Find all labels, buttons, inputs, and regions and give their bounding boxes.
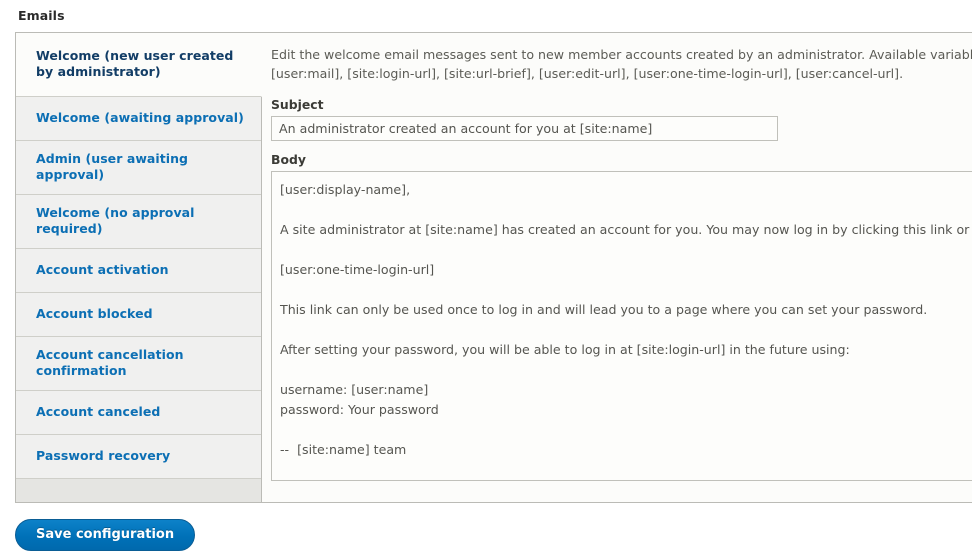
vertical-tabs: Welcome (new user created by administrat… bbox=[15, 32, 972, 503]
vertical-tab-account-canceled[interactable]: Account canceled bbox=[16, 391, 261, 435]
vertical-tab-password-recovery[interactable]: Password recovery bbox=[16, 435, 261, 479]
save-configuration-button[interactable]: Save configuration bbox=[15, 519, 196, 551]
vertical-tab-panel: Edit the welcome email messages sent to … bbox=[262, 33, 972, 502]
emails-settings-page: Emails Welcome (new user created by admi… bbox=[0, 0, 972, 556]
subject-field-group: Subject bbox=[271, 97, 972, 142]
vertical-tab-label: Admin (user awaiting approval) bbox=[36, 151, 189, 182]
vertical-tab-welcome-admin-created[interactable]: Welcome (new user created by administrat… bbox=[16, 33, 262, 97]
vertical-tab-admin-user-awaiting-approval[interactable]: Admin (user awaiting approval) bbox=[16, 141, 261, 195]
vertical-tab-label: Account cancellation confirmation bbox=[36, 347, 184, 378]
vertical-tab-account-activation[interactable]: Account activation bbox=[16, 249, 261, 293]
vertical-tab-label: Welcome (no approval required) bbox=[36, 205, 195, 236]
vertical-tab-label: Account blocked bbox=[36, 306, 153, 321]
body-field-group: Body bbox=[271, 152, 972, 482]
vertical-tabs-filler bbox=[16, 479, 261, 502]
vertical-tab-label: Welcome (awaiting approval) bbox=[36, 110, 244, 125]
page-title: Emails bbox=[18, 8, 65, 23]
vertical-tab-account-cancellation-confirmation[interactable]: Account cancellation confirmation bbox=[16, 337, 261, 391]
vertical-tab-welcome-no-approval-required[interactable]: Welcome (no approval required) bbox=[16, 195, 261, 249]
vertical-tab-welcome-awaiting-approval[interactable]: Welcome (awaiting approval) bbox=[16, 97, 261, 141]
body-label: Body bbox=[271, 152, 306, 168]
vertical-tab-label: Password recovery bbox=[36, 448, 171, 463]
subject-input[interactable] bbox=[271, 116, 778, 142]
panel-description: Edit the welcome email messages sent to … bbox=[271, 47, 972, 82]
form-actions: Save configuration bbox=[15, 519, 196, 551]
vertical-tab-label: Account canceled bbox=[36, 404, 161, 419]
vertical-tab-account-blocked[interactable]: Account blocked bbox=[16, 293, 261, 337]
vertical-tabs-menu: Welcome (new user created by administrat… bbox=[16, 33, 262, 502]
vertical-tab-label: Welcome (new user created by administrat… bbox=[36, 48, 234, 79]
vertical-tab-label: Account activation bbox=[36, 262, 169, 277]
subject-label: Subject bbox=[271, 97, 324, 113]
body-textarea[interactable] bbox=[271, 171, 972, 482]
